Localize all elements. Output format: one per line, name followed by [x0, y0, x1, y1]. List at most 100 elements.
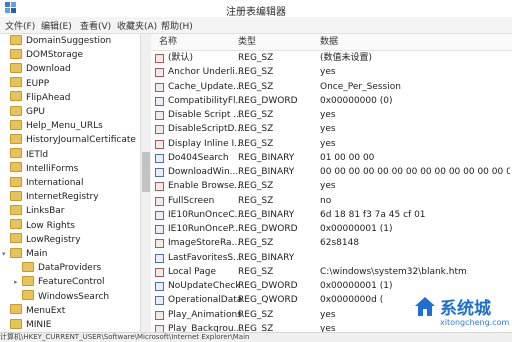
menu-favorites[interactable]: 收藏夹(A) [117, 19, 157, 32]
tree-item[interactable]: ▾ Main [2, 247, 48, 262]
value-data: 0x00000001 (1) [320, 224, 393, 234]
tree-item[interactable]: Download [2, 62, 71, 77]
tree-item[interactable]: MINIE [2, 318, 52, 332]
value-type: REG_SZ [238, 195, 274, 206]
tree-item-label: HistoryJournalCertificate [26, 135, 136, 146]
tree-item[interactable]: HistoryJournalCertificate [2, 133, 136, 148]
tree-item-label: LowRegistry [26, 234, 81, 245]
tree-item[interactable]: GPU [2, 105, 45, 120]
string-value-icon [155, 139, 164, 149]
value-type: REG_SZ [238, 110, 274, 120]
folder-icon [10, 318, 22, 329]
value-data: no [320, 195, 332, 206]
value-row[interactable]: IE10RunOnceP... REG_DWORD 0x00000001 (1) [151, 222, 512, 236]
value-data: 01 00 00 00 [320, 152, 375, 163]
value-data: C:\windows\system32\blank.htm [320, 266, 467, 277]
tree-item[interactable]: EUPP [2, 77, 49, 92]
tree-item[interactable]: IntelliForms [2, 162, 78, 177]
column-type-header[interactable]: 类型 [238, 34, 256, 50]
value-type: REG_SZ [238, 81, 274, 92]
column-name-header[interactable]: 名称 [159, 34, 177, 50]
binary-value-icon [155, 296, 164, 306]
tree-item[interactable]: IETld [2, 148, 48, 163]
value-data: Once_Per_Session [320, 81, 401, 92]
tree-item[interactable]: LowRegistry [2, 233, 81, 248]
tree-item-label: IETld [26, 149, 49, 160]
tree-item[interactable]: WindowsSearch [14, 290, 109, 305]
tree-item[interactable]: Low Rights [2, 219, 75, 234]
folder-icon [10, 34, 22, 45]
value-row[interactable]: (默认) REG_SZ (数值未设置) [151, 51, 512, 65]
value-row[interactable]: IE10RunOnceC... REG_BINARY 6d 18 81 f3 7a … [151, 208, 512, 222]
expander-icon[interactable]: ▾ [2, 247, 8, 262]
menu-file[interactable]: 文件(F) [5, 19, 35, 32]
value-row[interactable]: DisableScriptD... REG_SZ yes [151, 122, 512, 136]
value-row[interactable]: Do404Search REG_BINARY 01 00 00 00 [151, 151, 512, 165]
tree-item-label: EUPP [26, 78, 50, 89]
value-type: REG_BINARY [238, 209, 295, 220]
tree-item-label: FeatureControl [38, 277, 105, 288]
folder-icon [10, 190, 22, 201]
tree-item[interactable]: InternetRegistry [2, 190, 99, 205]
folder-icon [10, 176, 22, 187]
value-row[interactable]: ImageStoreRa... REG_SZ 62s8148 [151, 236, 512, 250]
tree-scrollbar[interactable] [140, 34, 151, 332]
value-type: REG_SZ [238, 124, 274, 135]
tree-item-label: GPU [26, 107, 45, 117]
value-data: 00 00 00 00 00 00 00 00 00 00 00 00 00 0… [320, 167, 510, 177]
string-value-icon [155, 54, 164, 63]
value-row[interactable]: Anchor Underli... REG_SZ yes [151, 65, 512, 79]
value-row[interactable]: LastFavoritesS... REG_BINARY [151, 251, 512, 265]
value-data: 62s8148 [320, 238, 360, 249]
tree-item[interactable]: Help_Menu_URLs [2, 119, 103, 134]
tree-item[interactable]: DataProviders [14, 261, 101, 276]
tree-item[interactable]: DomainSuggestion [2, 34, 111, 49]
binary-value-icon [155, 210, 164, 220]
value-row[interactable]: DownloadWin... REG_BINARY 00 00 00 00 00 0… [151, 165, 512, 179]
value-data: 6d 18 81 f3 7a 45 cf 01 [320, 209, 426, 220]
value-row[interactable]: NoUpdateCheck REG_DWORD 0x00000001 (1) [151, 279, 512, 293]
value-type: REG_DWORD [238, 281, 298, 291]
tree-item-label: InternetRegistry [26, 192, 99, 203]
menu-view[interactable]: 查看(V) [80, 19, 111, 32]
tree-scroll-thumb[interactable] [142, 152, 150, 192]
tree-item-label: DataProviders [38, 263, 102, 274]
string-value-icon [155, 239, 164, 249]
value-type: REG_SZ [238, 266, 274, 277]
value-row[interactable]: Display Inline I... REG_SZ yes [151, 137, 512, 151]
key-tree[interactable]: DomainSuggestion DOMStorage Download EUPP Fl… [0, 34, 151, 332]
tree-item-label: DomainSuggestion [26, 36, 112, 46]
watermark-brand: 系统城 [440, 299, 491, 319]
tree-item[interactable]: DOMStorage [2, 48, 83, 63]
value-type: REG_BINARY [238, 252, 295, 263]
binary-value-icon [155, 225, 164, 234]
folder-icon [10, 77, 22, 88]
value-row[interactable]: Enable Browse... REG_SZ yes [151, 179, 512, 193]
tree-item-label: LinksBar [26, 206, 65, 217]
tree-item-label: Help_Menu_URLs [26, 121, 103, 132]
value-row[interactable]: FullScreen REG_SZ no [151, 194, 512, 208]
watermark-site: xitongcheng.com [440, 318, 510, 327]
tree-item[interactable]: MenuExt [2, 304, 65, 319]
value-data: yes [320, 110, 336, 120]
expander-icon[interactable]: ▸ [14, 275, 20, 290]
value-row[interactable]: Disable Script ... REG_SZ yes [151, 108, 512, 122]
menu-help[interactable]: 帮助(H) [161, 19, 193, 32]
column-data-header[interactable]: 数据 [320, 34, 338, 50]
value-type: REG_SZ [238, 138, 274, 149]
tree-item[interactable]: International [2, 176, 83, 191]
value-row[interactable]: Local Page REG_SZ C:\windows\system32\blan… [151, 265, 512, 279]
value-row[interactable]: CompatibilityFl... REG_DWORD 0x00000000 (0… [151, 94, 512, 108]
tree-item[interactable]: FlipAhead [2, 91, 71, 106]
menu-edit[interactable]: 编辑(E) [41, 19, 72, 32]
folder-icon [10, 91, 22, 102]
values-list: 名称 类型 数据 (默认) REG_SZ (数值未设置) Anchor Underli… [151, 34, 512, 332]
folder-icon [10, 162, 22, 173]
tree-item[interactable]: ▸ FeatureControl [14, 275, 105, 290]
folder-icon [10, 247, 22, 258]
value-row[interactable]: Cache_Update... REG_SZ Once_Per_Session [151, 80, 512, 94]
tree-item-label: IntelliForms [26, 163, 79, 174]
tree-item[interactable]: LinksBar [2, 204, 65, 219]
tree-item-label: WindowsSearch [38, 291, 110, 302]
string-value-icon [155, 68, 164, 78]
